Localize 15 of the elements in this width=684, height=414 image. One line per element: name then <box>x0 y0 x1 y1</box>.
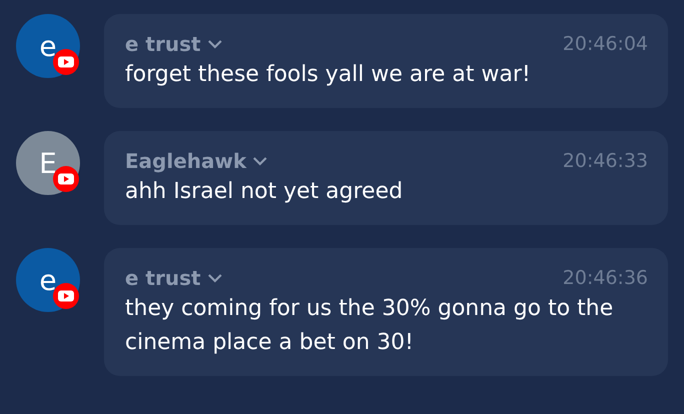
chevron-down-icon[interactable] <box>252 156 268 166</box>
author-name: Eaglehawk <box>125 149 246 173</box>
timestamp: 20:46:33 <box>562 150 648 172</box>
avatar-letter: e <box>39 30 57 62</box>
message-text: ahh Israel not yet agreed <box>125 178 404 206</box>
avatar-letter: E <box>39 146 57 180</box>
message-text: they coming for us the 30% gonna go to the cinema place a bet on 30! <box>125 295 614 357</box>
chevron-down-icon[interactable] <box>206 273 223 283</box>
chevron-down-icon[interactable] <box>206 39 223 49</box>
avatar-letter: e <box>39 264 57 296</box>
timestamp: 20:46:36 <box>562 267 648 289</box>
author-name: e trust <box>125 32 201 56</box>
timestamp: 20:46:04 <box>562 33 648 55</box>
message-text: forget these fools yall we are at war! <box>125 61 532 89</box>
author-name: e trust <box>125 266 201 290</box>
